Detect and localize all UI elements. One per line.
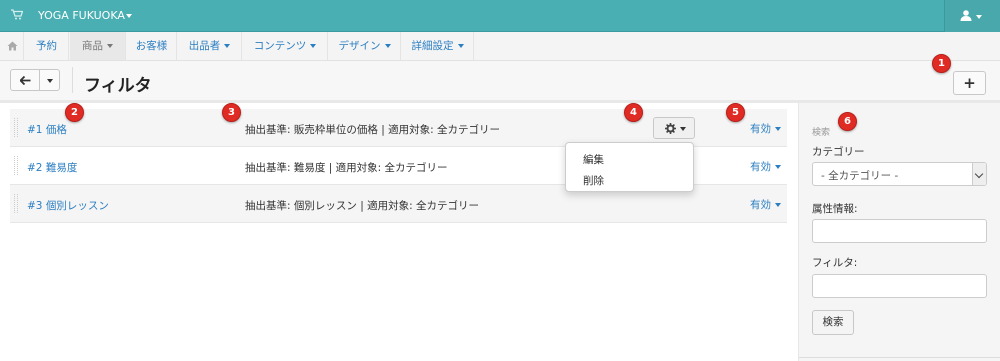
chevron-down-icon xyxy=(125,14,132,18)
cart-icon[interactable] xyxy=(11,9,24,21)
marker-2: 2 xyxy=(65,103,84,122)
main-nav: 予約 商品 お客様 出品者 コンテンツ デザイン 詳細設定 xyxy=(0,32,1000,61)
divider xyxy=(799,357,1000,358)
chevron-down-icon xyxy=(976,15,982,19)
marker-3: 3 xyxy=(222,103,241,122)
nav-item-products[interactable]: 商品 xyxy=(70,32,126,60)
drag-handle-icon[interactable] xyxy=(14,156,18,175)
nav-item-customers[interactable]: お客様 xyxy=(127,32,177,60)
filter-name-link[interactable]: #3 個別レッスン xyxy=(27,198,109,213)
arrow-left-icon xyxy=(20,76,31,85)
filter-description: 抽出基準: 難易度 | 適用対象: 全カテゴリー xyxy=(245,162,448,174)
status-dropdown[interactable]: 有効 xyxy=(750,197,781,212)
nav-item-advanced-settings[interactable]: 詳細設定 xyxy=(402,32,474,60)
gear-icon xyxy=(665,123,676,134)
nav-item-design[interactable]: デザイン xyxy=(329,32,401,60)
marker-1: 1 xyxy=(932,54,951,73)
filter-name-link[interactable]: #1 価格 xyxy=(27,122,67,137)
category-label: カテゴリー xyxy=(812,146,865,158)
status-dropdown[interactable]: 有効 xyxy=(750,121,781,136)
marker-4: 4 xyxy=(624,103,643,122)
nav-item-sellers[interactable]: 出品者 xyxy=(178,32,242,60)
chevron-down-icon xyxy=(310,44,317,48)
search-sidebar: 検索 カテゴリー - 全カテゴリー - 属性情報: フィルタ: 検索 xyxy=(798,103,1000,361)
nav-item-reservations[interactable]: 予約 xyxy=(25,32,69,60)
filter-description: 抽出基準: 個別レッスン | 適用対象: 全カテゴリー xyxy=(245,200,479,212)
menu-item-delete[interactable]: 削除 xyxy=(583,173,604,188)
chevron-down-icon xyxy=(972,163,986,185)
chevron-down-icon xyxy=(107,44,113,48)
chevron-down-icon xyxy=(47,79,53,83)
status-dropdown[interactable]: 有効 xyxy=(750,159,781,174)
filter-label: フィルタ: xyxy=(812,257,858,269)
row-actions-menu: 編集 削除 xyxy=(565,142,694,192)
add-filter-button[interactable]: + xyxy=(953,71,986,95)
search-button[interactable]: 検索 xyxy=(812,310,854,335)
menu-item-edit[interactable]: 編集 xyxy=(583,152,604,167)
page-toolbar: フィルタ + xyxy=(0,61,1000,103)
row-actions-button[interactable] xyxy=(653,117,695,139)
chevron-down-icon xyxy=(775,165,781,169)
chevron-down-icon xyxy=(384,44,391,48)
attribute-label: 属性情報: xyxy=(812,203,858,215)
home-link[interactable] xyxy=(0,32,24,60)
plus-icon: + xyxy=(963,74,976,92)
category-select[interactable]: - 全カテゴリー - xyxy=(812,162,987,186)
marker-5: 5 xyxy=(726,103,745,122)
nav-item-contents[interactable]: コンテンツ xyxy=(243,32,328,60)
filter-input[interactable] xyxy=(812,274,987,298)
sidebar-heading: 検索 xyxy=(812,128,831,138)
store-name: YOGA FUKUOKA xyxy=(38,9,125,22)
user-menu-button[interactable] xyxy=(944,0,1000,32)
filter-description: 抽出基準: 販売枠単位の価格 | 適用対象: 全カテゴリー xyxy=(245,124,500,136)
store-selector[interactable]: YOGA FUKUOKA xyxy=(38,9,132,22)
chevron-down-icon xyxy=(224,44,231,48)
chevron-down-icon xyxy=(775,203,781,207)
category-select-value: - 全カテゴリー - xyxy=(821,170,899,182)
drag-handle-icon[interactable] xyxy=(14,194,18,213)
chevron-down-icon xyxy=(457,44,464,48)
back-dropdown-button[interactable] xyxy=(39,69,60,91)
back-button[interactable] xyxy=(10,69,40,91)
chevron-down-icon xyxy=(680,127,686,131)
drag-handle-icon[interactable] xyxy=(14,118,18,137)
attribute-input[interactable] xyxy=(812,219,987,243)
home-icon xyxy=(7,41,18,51)
marker-6: 6 xyxy=(838,112,857,131)
filter-name-link[interactable]: #2 難易度 xyxy=(27,160,77,175)
chevron-down-icon xyxy=(775,127,781,131)
top-bar: YOGA FUKUOKA xyxy=(0,0,1000,32)
page-title: フィルタ xyxy=(84,76,152,96)
user-icon xyxy=(960,10,972,21)
divider xyxy=(72,67,73,93)
